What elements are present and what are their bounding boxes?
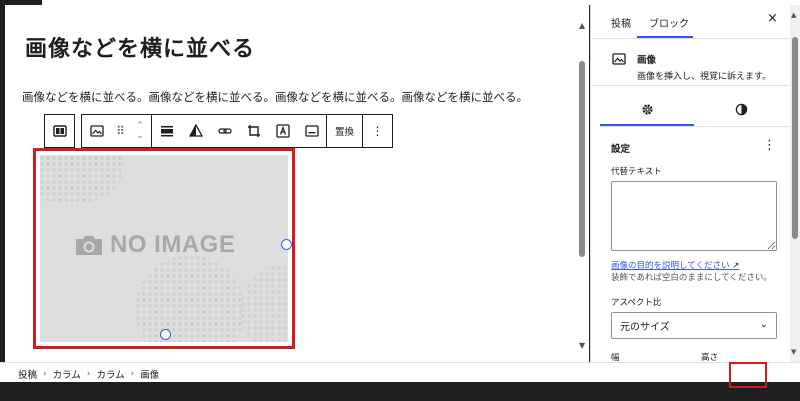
align-none-icon [160, 126, 173, 137]
block-card: 画像 画像を挿入し、視覚に訴えます。 [591, 40, 790, 86]
resize-handle-bottom[interactable] [160, 329, 171, 340]
scroll-down-icon[interactable]: ▼ [579, 341, 585, 350]
block-toolbar: ⠿ ⌃ ⌄ 置換 ⋮ [44, 114, 394, 148]
replace-button[interactable]: 置換 [326, 115, 364, 147]
breadcrumb-item-column[interactable]: カラム [53, 367, 81, 381]
aspect-ratio-label: アスペクト比 [611, 298, 662, 308]
tab-block[interactable]: ブロック [649, 15, 689, 30]
height-label: 高さ [701, 353, 719, 362]
crop-button[interactable] [239, 115, 268, 147]
breadcrumb-separator: › [86, 369, 91, 379]
block-controls-group: ⠿ ⌃ ⌄ 置換 ⋮ [81, 114, 394, 148]
inspector-tabs [600, 91, 790, 127]
width-label: 幅 [611, 353, 620, 362]
caption-icon [304, 125, 319, 137]
sidebar-tabs: 投稿 ブロック × [591, 5, 790, 39]
external-link-icon: ↗ [732, 261, 740, 271]
duotone-button[interactable] [181, 115, 210, 147]
columns-parent-button[interactable] [45, 115, 74, 147]
align-button[interactable] [152, 115, 181, 147]
active-inspector-indicator [600, 124, 694, 126]
aspect-ratio-value: 元のサイズ [620, 322, 670, 333]
styles-icon[interactable] [733, 101, 749, 117]
post-title[interactable]: 画像などを横に並べる [25, 31, 255, 63]
scroll-down-icon[interactable]: ▼ [791, 348, 796, 356]
breadcrumb-separator: › [130, 369, 135, 379]
active-tab-indicator [637, 36, 693, 38]
page-scroll-thumb[interactable] [792, 37, 798, 239]
parent-selector-group [44, 114, 75, 148]
no-image-text: NO IMAGE [110, 231, 236, 258]
block-breadcrumb-bar: 投稿 › カラム › カラム › 画像 [0, 362, 800, 382]
resize-handle-right[interactable] [281, 239, 292, 250]
editor-canvas[interactable]: 画像などを横に並べる 画像などを横に並べる。画像などを横に並べる。画像などを横に… [5, 5, 589, 362]
image-block-selected[interactable]: NO IMAGE [33, 148, 295, 349]
settings-sidebar: 投稿 ブロック × 画像 画像を挿入し、視覚に訴えます。 設定 ⋮ 代替テキスト… [590, 5, 790, 362]
move-up-button[interactable]: ⌃ [136, 121, 144, 131]
page-scrollbar[interactable]: ▲ ▼ [790, 5, 800, 362]
settings-panel-title[interactable]: 設定 [611, 141, 630, 155]
panel-options-icon[interactable]: ⋮ [763, 138, 776, 153]
breadcrumb-item-column[interactable]: カラム [96, 367, 124, 381]
editor-scrollbar[interactable]: ▲ ▼ [576, 15, 589, 357]
image-icon [89, 125, 104, 137]
columns-icon [52, 125, 67, 137]
alt-text-field[interactable] [611, 181, 777, 251]
block-mover: ⌃ ⌄ [129, 115, 151, 147]
scroll-up-icon[interactable]: ▲ [579, 21, 585, 30]
alt-text-help-link[interactable]: 画像の目的を説明してください ↗ [611, 259, 739, 271]
chevron-down-icon: ⌄ [759, 319, 768, 330]
breadcrumb-item-post[interactable]: 投稿 [18, 367, 37, 381]
bottom-bar [20, 382, 790, 401]
breadcrumb-separator: › [43, 369, 47, 379]
crop-icon [247, 125, 260, 137]
move-down-button[interactable]: ⌄ [136, 131, 144, 141]
alt-text-label: 代替テキスト [611, 167, 662, 177]
breadcrumb-item-image[interactable]: 画像 [140, 367, 159, 381]
more-options-button[interactable]: ⋮ [363, 115, 392, 147]
text-overlay-button[interactable] [268, 115, 297, 147]
text-overlay-icon [275, 124, 290, 138]
drag-handle-icon[interactable]: ⠿ [111, 115, 129, 147]
tab-post[interactable]: 投稿 [611, 15, 631, 30]
duotone-icon [188, 124, 203, 137]
image-block-type-button[interactable] [82, 115, 111, 147]
block-card-title: 画像 [637, 55, 657, 66]
image-placeholder: NO IMAGE [40, 155, 288, 342]
block-card-description: 画像を挿入し、視覚に訴えます。 [637, 72, 772, 82]
image-icon [612, 53, 626, 65]
link-icon [217, 128, 232, 134]
link-button[interactable] [210, 115, 239, 147]
alt-text-help-link-text[interactable]: 画像の目的を説明してください [611, 261, 730, 271]
alt-text-help: 装飾であれば空白のままにしてください。 [611, 273, 772, 283]
close-icon[interactable]: × [767, 11, 778, 26]
breadcrumb: 投稿 › カラム › カラム › 画像 [18, 367, 159, 381]
paragraph-block[interactable]: 画像などを横に並べる。画像などを横に並べる。画像などを横に並べる。画像などを横に… [22, 89, 528, 105]
window: 画像などを横に並べる 画像などを横に並べる。画像などを横に並べる。画像などを横に… [0, 0, 800, 401]
aspect-ratio-select[interactable]: 元のサイズ ⌄ [611, 312, 777, 339]
highlight-box [729, 362, 767, 388]
scroll-up-icon[interactable]: ▲ [791, 11, 796, 19]
camera-icon [76, 236, 102, 255]
caption-button[interactable] [297, 115, 326, 147]
gear-icon[interactable] [639, 101, 655, 117]
editor-scroll-thumb[interactable] [579, 61, 585, 257]
no-image-graphic: NO IMAGE [74, 231, 235, 259]
